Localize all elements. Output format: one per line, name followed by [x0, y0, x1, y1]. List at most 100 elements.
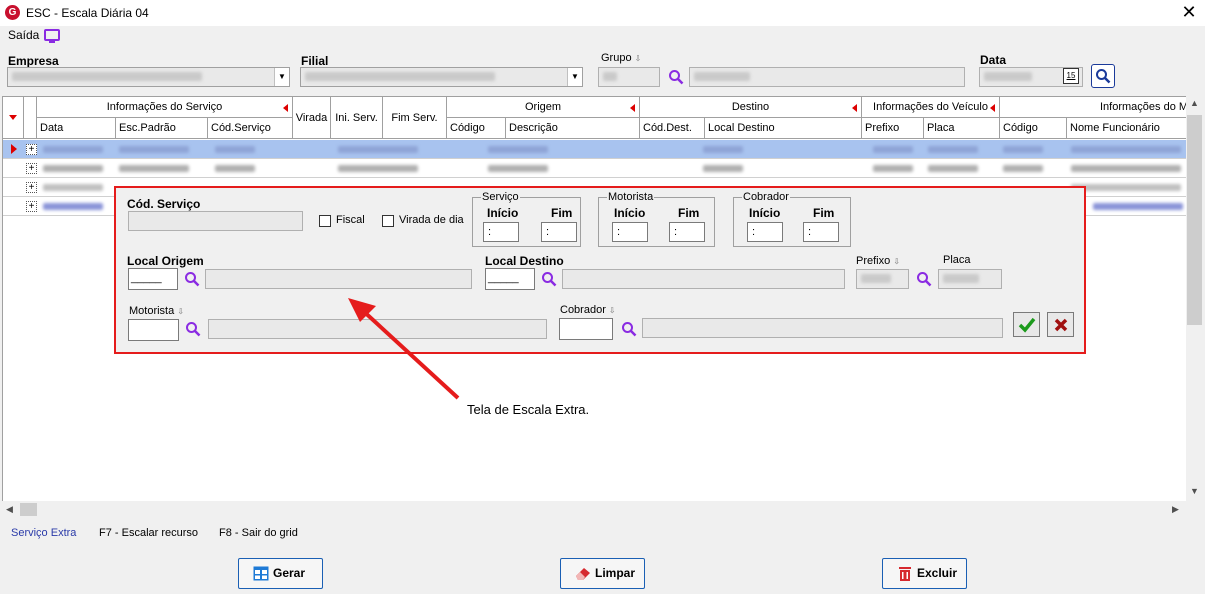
search-icon[interactable] [916, 271, 932, 287]
col-origem-codigo[interactable]: Código [447, 118, 506, 139]
search-button[interactable] [1091, 64, 1115, 88]
limpar-label: Limpar [595, 566, 636, 580]
grupo-description-input[interactable] [689, 67, 965, 87]
col-ini-serv[interactable]: Ini. Serv. [331, 97, 383, 139]
col-fim-serv[interactable]: Fim Serv. [383, 97, 447, 139]
collapse-icon[interactable] [990, 104, 995, 112]
empresa-select[interactable]: ▼ [7, 67, 290, 87]
cod-servico-input[interactable] [128, 211, 303, 231]
fiscal-checkbox[interactable] [319, 215, 331, 227]
chevron-down-icon[interactable]: ▼ [567, 68, 582, 86]
placa-input [938, 269, 1002, 289]
expand-icon[interactable]: + [26, 163, 37, 174]
scroll-right-icon[interactable]: ▶ [1172, 504, 1179, 515]
col-placa[interactable]: Placa [924, 118, 1000, 139]
confirm-button[interactable] [1013, 312, 1040, 337]
excluir-button[interactable]: Excluir [882, 558, 967, 589]
col-prefixo[interactable]: Prefixo [862, 118, 924, 139]
fim-label: Fim [551, 206, 573, 220]
horizontal-scrollbar[interactable]: ◀ ▶ [2, 501, 1188, 518]
group-label: Origem [524, 101, 562, 113]
col-nome-funcionario[interactable]: Nome Funcionário [1067, 118, 1187, 139]
group-informacoes-veiculo[interactable]: Informações do Veículo [862, 97, 1000, 118]
group-label: Destino [731, 101, 770, 113]
grid-icon [253, 566, 269, 581]
fim-label: Fim [678, 206, 700, 220]
scroll-left-icon[interactable]: ◀ [6, 504, 13, 515]
fiscal-label: Fiscal [336, 214, 365, 226]
horizontal-scroll-thumb[interactable] [20, 503, 37, 516]
col-cod-servico[interactable]: Cód.Serviço [208, 118, 293, 139]
collapse-icon[interactable] [852, 104, 857, 112]
cobrador-inicio-input[interactable]: : [747, 222, 783, 242]
calendar-icon[interactable]: 15 [1063, 68, 1079, 84]
prefixo-input[interactable] [856, 269, 909, 289]
window-title: ESC - Escala Diária 04 [26, 6, 149, 20]
checkmark-icon [1018, 317, 1036, 333]
group-origem[interactable]: Origem [447, 97, 640, 118]
gerar-button[interactable]: Gerar [238, 558, 323, 589]
menu-saida[interactable]: Saída [8, 28, 39, 42]
cancel-button[interactable] [1047, 312, 1074, 337]
group-label: Informações do Serviço [106, 101, 223, 113]
search-icon[interactable] [541, 271, 557, 287]
virada-checkbox[interactable] [382, 215, 394, 227]
eraser-icon [576, 568, 590, 580]
col-virada[interactable]: Virada [293, 97, 331, 139]
col-local-destino[interactable]: Local Destino [705, 118, 862, 139]
chevron-down-icon[interactable]: ▼ [274, 68, 289, 86]
table-row[interactable]: + [3, 140, 1187, 159]
local-destino-label: Local Destino [485, 254, 564, 268]
data-label: Data [980, 53, 1007, 67]
inicio-label: Início [614, 206, 646, 220]
vertical-scroll-thumb[interactable] [1187, 115, 1202, 325]
col-esc-padrao[interactable]: Esc.Padrão [116, 118, 208, 139]
group-destino[interactable]: Destino [640, 97, 862, 118]
local-destino-code-input[interactable]: _____ [485, 268, 535, 290]
collapse-icon[interactable] [630, 104, 635, 112]
servico-inicio-input[interactable]: : [483, 222, 519, 242]
search-icon[interactable] [184, 271, 200, 287]
down-arrow-icon: ⇩ [634, 54, 642, 63]
group-informacoes-motorista[interactable]: Informações do M [1000, 97, 1187, 118]
scroll-down-icon[interactable]: ▼ [1190, 486, 1199, 496]
group-informacoes-servico[interactable]: Informações do Serviço [37, 97, 293, 118]
limpar-button[interactable]: Limpar [560, 558, 645, 589]
scroll-up-icon[interactable]: ▲ [1190, 98, 1199, 108]
current-row-icon [11, 144, 17, 154]
cobrador-code-input[interactable] [559, 318, 613, 340]
expand-icon[interactable]: + [26, 201, 37, 212]
servico-fim-input[interactable]: : [541, 222, 577, 242]
cobrador-fim-input[interactable]: : [803, 222, 839, 242]
grupo-code-input[interactable] [598, 67, 660, 87]
motorista-fim-input[interactable]: : [669, 222, 705, 242]
col-motorista-codigo[interactable]: Código [1000, 118, 1067, 139]
motorista-label: Motorista ⇩ [129, 305, 184, 317]
search-icon[interactable] [185, 321, 201, 337]
gerar-label: Gerar [273, 566, 306, 580]
cobrador-legend: Cobrador [742, 191, 790, 203]
servico-extra-link[interactable]: Serviço Extra [11, 527, 76, 539]
group-label: Informações do Veículo [873, 101, 988, 113]
col-origem-descricao[interactable]: Descrição [506, 118, 640, 139]
expand-icon[interactable]: + [26, 182, 37, 193]
filial-select[interactable]: ▼ [300, 67, 583, 87]
annotation-arrow [348, 298, 460, 400]
motorista-inicio-input[interactable]: : [612, 222, 648, 242]
motorista-code-input[interactable] [128, 319, 179, 341]
local-origem-code-input[interactable]: _____ [128, 268, 178, 290]
close-icon[interactable]: ✕ [1180, 2, 1198, 22]
empresa-label: Empresa [8, 54, 59, 68]
monitor-icon[interactable] [44, 29, 60, 43]
cobrador-label: Cobrador ⇩ [560, 304, 616, 316]
expand-icon[interactable]: + [26, 144, 37, 155]
col-data[interactable]: Data [37, 118, 116, 139]
col-cod-dest[interactable]: Cód.Dest. [640, 118, 705, 139]
search-icon[interactable] [668, 69, 684, 85]
table-row[interactable]: + [3, 159, 1187, 178]
grid-corner[interactable] [3, 97, 24, 139]
collapse-icon[interactable] [283, 104, 288, 112]
virada-label: Virada de dia [399, 214, 464, 226]
motorista-label-text: Motorista [129, 305, 175, 317]
search-icon[interactable] [621, 321, 637, 337]
